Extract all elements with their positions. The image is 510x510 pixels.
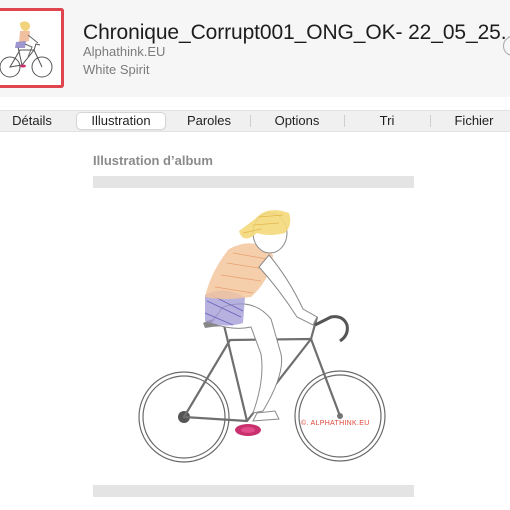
tab-options[interactable]: Options xyxy=(250,111,344,131)
tab-illustration[interactable]: Illustration xyxy=(76,112,166,130)
copyright-watermark: ©. ALPHATHINK.EU xyxy=(301,420,370,427)
tab-lyrics[interactable]: Paroles xyxy=(168,111,250,131)
cyclist-thumbnail-image xyxy=(0,21,53,78)
tab-sort[interactable]: Tri xyxy=(344,111,430,131)
tab-file[interactable]: Fichier xyxy=(430,111,510,131)
artwork-thumbnail[interactable] xyxy=(0,8,64,88)
track-title: Chronique_Corrupt001_ONG_OK- 22_05_25... xyxy=(83,21,510,44)
more-options-button[interactable] xyxy=(503,36,510,56)
album-name: White Spirit xyxy=(83,62,150,77)
tab-details[interactable]: Détails xyxy=(0,111,64,131)
info-tab-bar: Détails Illustration Paroles Options Tri… xyxy=(0,110,510,132)
artist-name: Alphathink.EU xyxy=(83,44,166,59)
artwork-bottom-bar xyxy=(93,485,414,497)
section-title: Illustration d’album xyxy=(93,153,213,168)
album-artwork[interactable]: ©. ALPHATHINK.EU xyxy=(93,189,414,483)
track-header: Chronique_Corrupt001_ONG_OK- 22_05_25...… xyxy=(0,0,510,97)
cyclist-illustration xyxy=(138,210,386,463)
artwork-top-bar xyxy=(93,176,414,188)
